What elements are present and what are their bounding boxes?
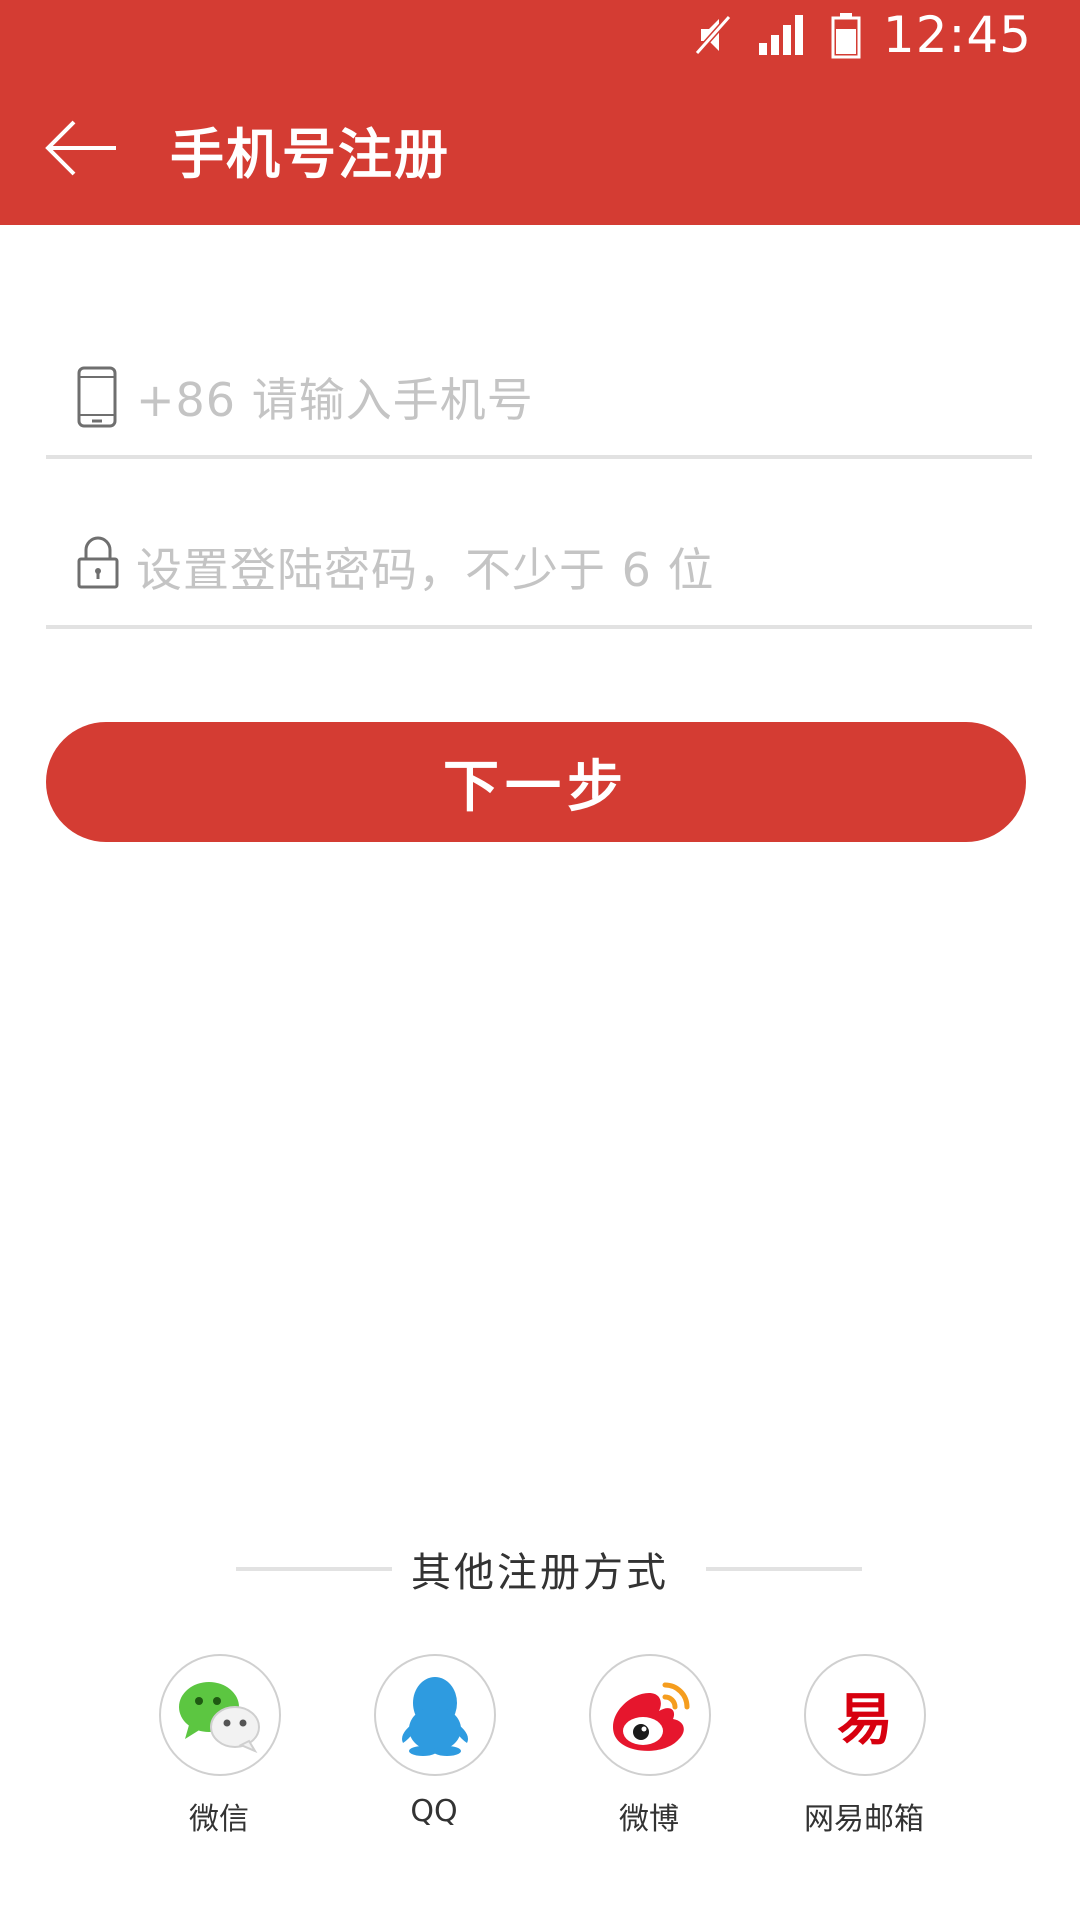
signal-icon	[757, 13, 809, 57]
weibo-icon	[613, 1682, 690, 1751]
qq-icon-circle	[374, 1654, 496, 1776]
phone-input[interactable]	[136, 367, 1016, 433]
weibo-label: 微博	[619, 1802, 679, 1837]
netease-mail-register-button[interactable]: 易 网易邮箱	[770, 1654, 960, 1844]
netease-mail-icon: 易	[837, 1686, 893, 1753]
other-methods-title: 其他注册方式	[411, 1550, 669, 1596]
qq-register-button[interactable]: QQ	[340, 1654, 530, 1844]
wechat-label: 微信	[189, 1802, 249, 1837]
status-bar: 12:45	[691, 0, 1080, 70]
page-title: 手机号注册	[170, 123, 450, 186]
wechat-icon-circle	[159, 1654, 281, 1776]
netease-mail-icon-circle: 易	[804, 1654, 926, 1776]
weibo-icon-circle	[589, 1654, 711, 1776]
wechat-register-button[interactable]: 微信	[125, 1654, 315, 1844]
back-arrow-icon	[45, 120, 116, 176]
password-input[interactable]	[136, 537, 1016, 603]
password-field	[46, 515, 1032, 629]
lock-icon	[76, 535, 120, 595]
divider-right	[706, 1567, 862, 1571]
header: 12:45 手机号注册	[0, 0, 1080, 225]
wechat-icon	[179, 1682, 260, 1754]
divider-left	[236, 1567, 392, 1571]
phone-icon	[76, 365, 118, 433]
mute-icon	[691, 13, 735, 57]
battery-icon	[831, 11, 861, 59]
qq-label: QQ	[410, 1794, 458, 1829]
qq-icon	[402, 1677, 468, 1756]
next-button[interactable]: 下一步	[46, 722, 1026, 842]
app-bar: 手机号注册	[0, 88, 1080, 208]
netease-mail-label: 网易邮箱	[804, 1802, 924, 1837]
status-time: 12:45	[882, 6, 1032, 64]
phone-field	[46, 345, 1032, 459]
register-screen: 12:45 手机号注册 +86 请输入手机号 下一步 其他注册方式 微信 QQ …	[0, 0, 1080, 1920]
weibo-register-button[interactable]: 微博	[555, 1654, 745, 1844]
back-button[interactable]	[44, 118, 120, 178]
